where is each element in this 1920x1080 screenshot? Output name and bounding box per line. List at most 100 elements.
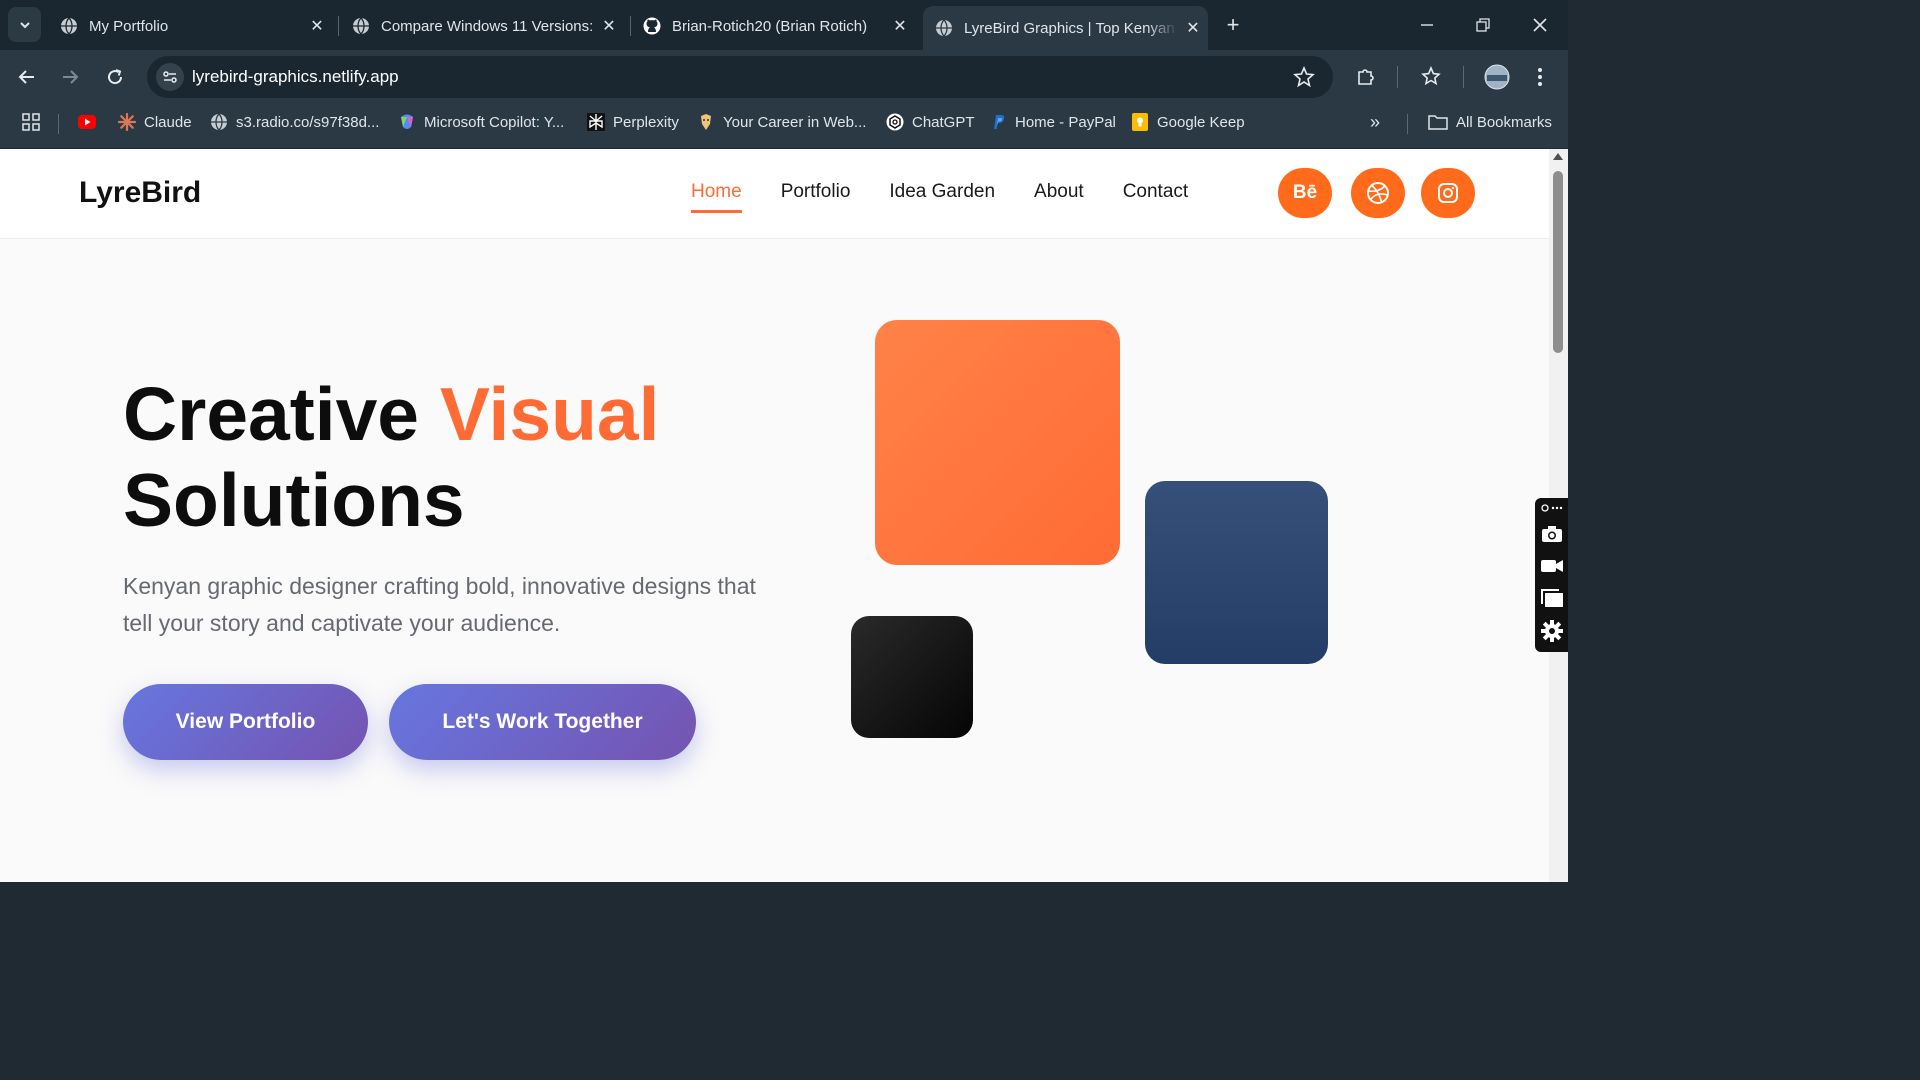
bookmark-label: Your Career in Web... xyxy=(723,113,867,131)
chatgpt-icon xyxy=(886,113,904,131)
orange-square-shape xyxy=(875,320,1120,565)
star-list-icon xyxy=(1421,66,1441,86)
bookmark-paypal[interactable]: Home - PayPal xyxy=(989,104,1116,140)
profile-avatar[interactable] xyxy=(1482,62,1512,92)
dribbble-button[interactable] xyxy=(1351,168,1405,218)
web-page: LyreBird Home Portfolio Idea Garden Abou… xyxy=(0,149,1549,882)
copilot-icon xyxy=(398,113,416,131)
scrollbar-thumb[interactable] xyxy=(1553,171,1563,353)
career-icon xyxy=(697,113,715,131)
hero-title-part1: Creative xyxy=(123,372,440,456)
instagram-icon xyxy=(1438,183,1458,203)
menu-button[interactable] xyxy=(1525,62,1555,92)
reload-button[interactable] xyxy=(100,62,130,92)
close-icon xyxy=(1533,18,1547,32)
bookmark-label: Google Keep xyxy=(1157,113,1245,131)
nav-home[interactable]: Home xyxy=(691,181,742,213)
tab-title: My Portfolio xyxy=(89,17,169,35)
url-text[interactable]: lyrebird-graphics.netlify.app xyxy=(192,67,399,87)
keep-icon xyxy=(1131,113,1149,131)
bookmark-google-keep[interactable]: Google Keep xyxy=(1131,104,1245,140)
bookmarks-bar: Claude s3.radio.co/s97f38d... Microsoft … xyxy=(0,104,1568,148)
close-icon[interactable]: ✕ xyxy=(594,16,624,36)
bookmark-label: Perplexity xyxy=(613,113,679,131)
bookmarks-overflow-button[interactable]: » xyxy=(1370,104,1380,140)
nav-about[interactable]: About xyxy=(1034,181,1084,213)
panel-more-icon[interactable] xyxy=(1539,500,1565,516)
hero-title-accent: Visual xyxy=(439,372,660,456)
view-portfolio-button[interactable]: View Portfolio xyxy=(123,684,368,760)
tab-title: LyreBird Graphics | Top Kenyan Graphic xyxy=(964,19,1178,37)
nav-portfolio[interactable]: Portfolio xyxy=(781,181,851,213)
close-icon[interactable]: ✕ xyxy=(885,16,915,36)
bookmark-s3-radio[interactable]: s3.radio.co/s97f38d... xyxy=(210,104,379,140)
bookmark-copilot[interactable]: Microsoft Copilot: Y... xyxy=(398,104,564,140)
close-window-button[interactable] xyxy=(1520,10,1560,40)
tab-my-portfolio[interactable]: My Portfolio ✕ xyxy=(48,6,332,46)
site-info-icon[interactable] xyxy=(156,63,184,91)
tab-compare-windows[interactable]: Compare Windows 11 Versions: ✕ xyxy=(340,6,624,46)
arrow-right-icon xyxy=(63,70,79,84)
tab-github[interactable]: Brian-Rotich20 (Brian Rotich) ✕ xyxy=(631,6,915,46)
hero-subtitle: Kenyan graphic designer crafting bold, i… xyxy=(123,573,756,636)
bookmark-label: Home - PayPal xyxy=(1015,113,1116,131)
tab-title: Brian-Rotich20 (Brian Rotich) xyxy=(672,17,868,35)
github-icon xyxy=(643,17,661,35)
extension-side-panel xyxy=(1535,498,1568,652)
tab-title: Compare Windows 11 Versions: xyxy=(381,17,594,35)
minimize-button[interactable] xyxy=(1407,10,1447,40)
paypal-icon xyxy=(989,113,1007,131)
forward-button[interactable] xyxy=(55,62,85,92)
instagram-button[interactable] xyxy=(1421,168,1475,218)
chevron-double-right-icon: » xyxy=(1370,111,1381,132)
camera-icon[interactable] xyxy=(1539,522,1565,546)
behance-icon: Bē xyxy=(1292,182,1318,203)
extensions-button[interactable] xyxy=(1351,62,1381,92)
arrow-left-icon xyxy=(18,70,34,84)
hero-title-part2: Solutions xyxy=(123,458,465,542)
work-together-button[interactable]: Let's Work Together xyxy=(389,684,696,760)
bookmark-claude[interactable]: Claude xyxy=(118,104,192,140)
hero-title: Creative Visual Solutions xyxy=(123,371,659,543)
site-logo[interactable]: LyreBird xyxy=(79,176,201,210)
apps-button[interactable] xyxy=(22,104,40,140)
reload-icon xyxy=(108,69,123,85)
all-bookmarks-button[interactable]: All Bookmarks xyxy=(1428,104,1552,140)
scroll-up-arrow-icon[interactable] xyxy=(1553,153,1563,160)
avatar-icon xyxy=(1484,64,1510,90)
address-bar[interactable]: lyrebird-graphics.netlify.app xyxy=(147,56,1333,98)
bookmark-label: ChatGPT xyxy=(912,113,975,131)
video-camera-icon[interactable] xyxy=(1539,554,1565,578)
puzzle-icon xyxy=(1358,69,1374,85)
window-capture-icon[interactable] xyxy=(1539,586,1565,610)
bookmark-star-icon[interactable] xyxy=(1293,65,1315,93)
tab-strip: My Portfolio ✕ Compare Windows 11 Versio… xyxy=(0,0,1568,50)
behance-button[interactable]: Bē xyxy=(1278,168,1332,218)
bookmark-perplexity[interactable]: Perplexity xyxy=(587,104,679,140)
site-navbar: LyreBird Home Portfolio Idea Garden Abou… xyxy=(0,149,1549,239)
apps-grid-icon xyxy=(22,113,40,131)
new-tab-button[interactable]: + xyxy=(1220,12,1246,38)
all-bookmarks-label: All Bookmarks xyxy=(1456,113,1552,131)
close-icon[interactable]: ✕ xyxy=(1178,18,1208,38)
back-button[interactable] xyxy=(12,62,42,92)
dribbble-icon xyxy=(1367,182,1389,204)
perplexity-icon xyxy=(587,113,605,131)
tab-search-button[interactable] xyxy=(8,7,41,42)
globe-icon xyxy=(210,113,228,131)
bookmark-career[interactable]: Your Career in Web... xyxy=(697,104,866,140)
close-icon[interactable]: ✕ xyxy=(302,16,332,36)
tab-lyrebird[interactable]: LyreBird Graphics | Top Kenyan Graphic ✕ xyxy=(923,6,1208,50)
browser-toolbar: lyrebird-graphics.netlify.app xyxy=(0,50,1568,104)
globe-icon xyxy=(936,19,952,37)
settings-gear-icon[interactable] xyxy=(1539,619,1565,643)
nav-idea-garden[interactable]: Idea Garden xyxy=(889,181,995,213)
claude-icon xyxy=(118,113,136,131)
bookmark-youtube[interactable] xyxy=(78,104,104,140)
bookmark-chatgpt[interactable]: ChatGPT xyxy=(886,104,975,140)
restore-button[interactable] xyxy=(1463,10,1503,40)
folder-icon xyxy=(1428,113,1448,131)
nav-contact[interactable]: Contact xyxy=(1123,181,1188,213)
globe-icon xyxy=(61,17,77,35)
favorites-button[interactable] xyxy=(1417,62,1447,92)
